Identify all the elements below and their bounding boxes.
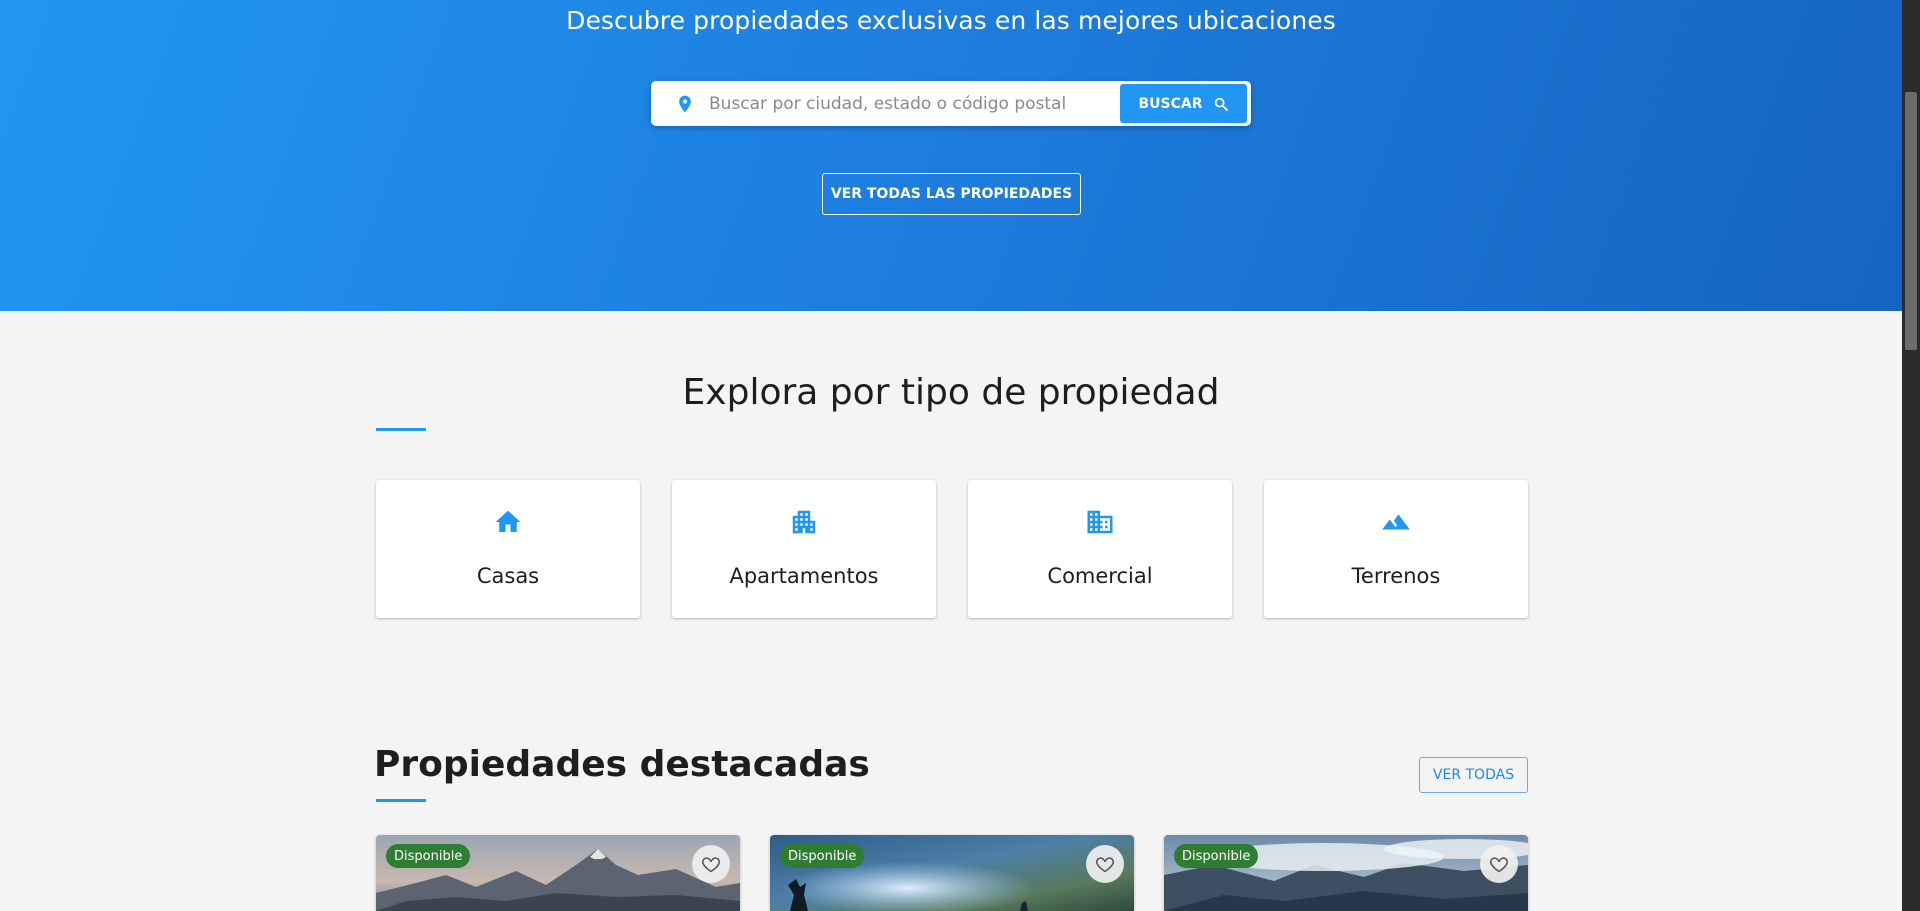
home-icon — [495, 510, 521, 532]
search-button[interactable]: BUSCAR — [1120, 84, 1247, 123]
search-icon — [1214, 97, 1228, 111]
heart-outline-icon — [1490, 857, 1508, 873]
search-input[interactable] — [709, 88, 1159, 119]
page: Descubre propiedades exclusivas en las m… — [0, 0, 1902, 911]
property-card[interactable]: Disponible — [1164, 835, 1528, 911]
status-badge: Disponible — [1174, 844, 1259, 868]
apartment-icon — [792, 510, 816, 534]
status-badge: Disponible — [780, 844, 865, 868]
type-card-label: Apartamentos — [729, 564, 879, 588]
property-card[interactable]: Disponible — [376, 835, 740, 911]
favorite-button[interactable] — [1480, 845, 1518, 883]
type-card-terrenos[interactable]: Terrenos — [1264, 480, 1528, 618]
landscape-icon — [1382, 514, 1410, 530]
business-icon — [1087, 510, 1113, 534]
type-card-label: Comercial — [1047, 564, 1153, 588]
location-pin-icon — [679, 95, 691, 113]
type-card-casas[interactable]: Casas — [376, 480, 640, 618]
featured-title: Propiedades destacadas — [374, 744, 870, 785]
type-card-label: Terrenos — [1351, 564, 1441, 588]
type-card-comercial[interactable]: Comercial — [968, 480, 1232, 618]
heart-outline-icon — [702, 857, 720, 873]
search-button-label: BUSCAR — [1138, 95, 1203, 112]
see-all-button[interactable]: VER TODAS — [1419, 757, 1528, 793]
explore-title: Explora por tipo de propiedad — [682, 372, 1220, 413]
search-bar: BUSCAR — [651, 81, 1251, 126]
explore-title-underline — [376, 428, 426, 431]
scrollbar-thumb[interactable] — [1905, 92, 1917, 350]
type-card-label: Casas — [476, 564, 540, 588]
view-all-properties-button[interactable]: VER TODAS LAS PROPIEDADES — [822, 173, 1081, 215]
status-badge: Disponible — [386, 844, 471, 868]
hero-section: Descubre propiedades exclusivas en las m… — [0, 0, 1902, 311]
favorite-button[interactable] — [692, 845, 730, 883]
heart-outline-icon — [1096, 857, 1114, 873]
vertical-scrollbar[interactable] — [1902, 0, 1920, 911]
type-card-apartamentos[interactable]: Apartamentos — [672, 480, 936, 618]
featured-title-underline — [376, 799, 426, 802]
property-card[interactable]: Disponible — [770, 835, 1134, 911]
favorite-button[interactable] — [1086, 845, 1124, 883]
hero-subtitle: Descubre propiedades exclusivas en las m… — [566, 6, 1336, 35]
